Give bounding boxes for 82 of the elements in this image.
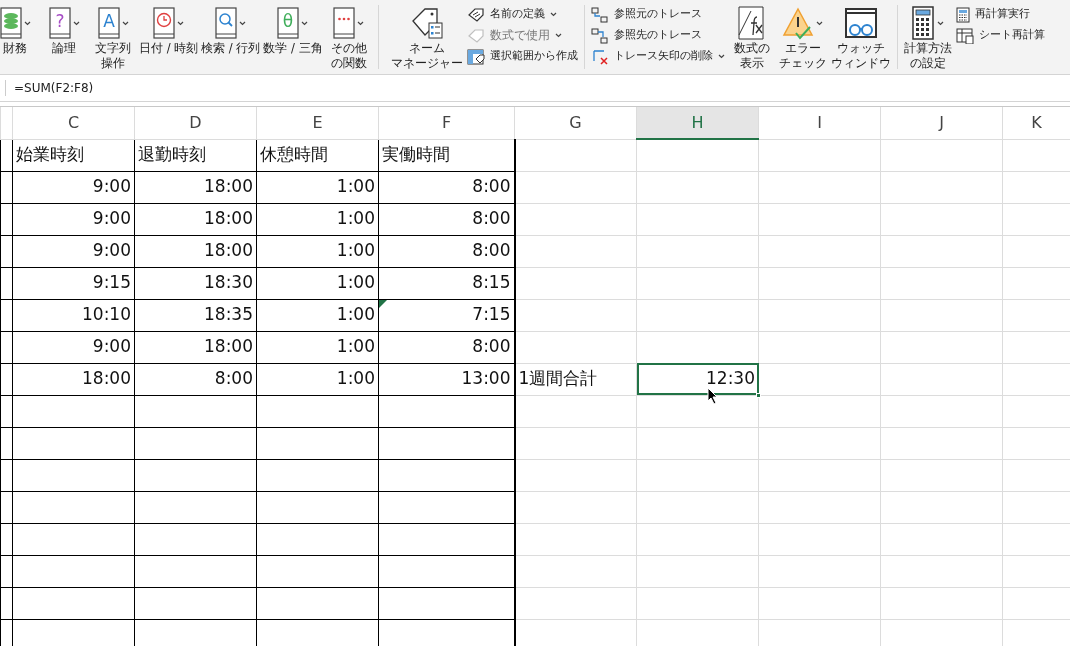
tag-icon xyxy=(466,27,485,44)
number-cell[interactable]: 1:00 xyxy=(256,235,379,267)
ribbon-button[interactable]: 計算方法の設定 xyxy=(903,5,952,71)
number-cell[interactable]: 8:00 xyxy=(378,203,515,235)
theta-book-icon: θ xyxy=(277,7,300,39)
question-book-icon: ? xyxy=(48,7,71,39)
ribbon-button[interactable]: 数式の表示 xyxy=(728,5,775,71)
ribbon-button[interactable]: トレース矢印の削除 xyxy=(590,47,725,66)
number-cell[interactable]: 8:00 xyxy=(378,235,515,267)
number-cell[interactable]: 18:00 xyxy=(134,203,257,235)
column-header[interactable]: I xyxy=(758,107,881,139)
calculator-icon xyxy=(911,5,936,41)
dots-book-icon xyxy=(333,7,356,39)
search-book-icon xyxy=(215,7,238,39)
number-cell[interactable]: 1:00 xyxy=(256,363,379,395)
calculator-icon xyxy=(955,6,970,23)
number-cell[interactable]: 9:00 xyxy=(12,171,135,203)
text-cell[interactable]: 実働時間 xyxy=(378,139,515,171)
number-cell[interactable]: 18:00 xyxy=(12,363,135,395)
function-category-button[interactable]: 検索 / 行列 xyxy=(201,5,261,56)
warning-check-icon xyxy=(782,5,815,41)
number-cell[interactable]: 1:00 xyxy=(256,203,379,235)
number-cell[interactable]: 18:00 xyxy=(134,331,257,363)
remove-arrows-icon xyxy=(590,48,609,65)
letter-book-icon: A xyxy=(97,7,120,39)
ribbon-button[interactable]: 選択範囲から作成 xyxy=(466,47,578,66)
column-header[interactable]: D xyxy=(134,107,257,139)
number-cell[interactable]: 12:30 xyxy=(636,363,759,395)
number-cell[interactable]: 1:00 xyxy=(256,299,379,331)
text-cell[interactable]: 休憩時間 xyxy=(256,139,379,171)
text-cell[interactable]: 始業時刻 xyxy=(12,139,135,171)
text-cell[interactable]: 1週間合計 xyxy=(514,363,637,395)
number-cell[interactable]: 18:00 xyxy=(134,171,257,203)
function-category-button[interactable]: A 文字列操作 xyxy=(90,5,136,71)
ribbon-button[interactable]: エラーチェック xyxy=(778,5,827,71)
column-header[interactable]: E xyxy=(256,107,379,139)
number-cell[interactable]: 1:00 xyxy=(256,331,379,363)
formula-page-icon xyxy=(736,5,767,41)
table-tag-icon xyxy=(466,48,485,65)
ribbon-button[interactable]: 参照元のトレース xyxy=(590,5,725,24)
number-cell[interactable]: 8:00 xyxy=(378,331,515,363)
column-header[interactable]: C xyxy=(12,107,135,139)
number-cell[interactable]: 9:15 xyxy=(12,267,135,299)
function-category-button[interactable]: その他の関数 xyxy=(325,5,372,71)
mouse-pointer-icon xyxy=(707,387,719,405)
function-category-button[interactable]: 財務 xyxy=(0,5,38,56)
ribbon-button[interactable]: 参照先のトレース xyxy=(590,26,725,45)
number-cell[interactable]: 1:00 xyxy=(256,267,379,299)
ribbon-button[interactable]: 名前の定義 xyxy=(466,5,578,24)
number-cell[interactable]: 8:00 xyxy=(134,363,257,395)
text-cell[interactable]: 退勤時刻 xyxy=(134,139,257,171)
number-cell[interactable]: 13:00 xyxy=(378,363,515,395)
tag-icon xyxy=(466,6,485,23)
number-cell[interactable]: 7:15 xyxy=(378,299,515,331)
number-cell[interactable]: 18:00 xyxy=(134,235,257,267)
function-category-button[interactable]: 日付 / 時刻 xyxy=(139,5,199,56)
ribbon-button[interactable]: ネームマネージャー xyxy=(390,5,463,71)
fill-handle[interactable] xyxy=(756,392,761,398)
number-cell[interactable]: 8:15 xyxy=(378,267,515,299)
formula-text[interactable]: =SUM(F2:F8) xyxy=(5,80,94,96)
column-header[interactable]: G xyxy=(514,107,637,139)
number-cell[interactable]: 1:00 xyxy=(256,171,379,203)
number-cell[interactable]: 9:00 xyxy=(12,235,135,267)
column-header[interactable]: H xyxy=(636,107,759,139)
trace-arrow-icon xyxy=(590,6,609,23)
number-cell[interactable]: 9:00 xyxy=(12,331,135,363)
column-header[interactable]: J xyxy=(880,107,1003,139)
trace-arrow-icon xyxy=(590,27,609,44)
glasses-window-icon xyxy=(842,5,879,41)
number-cell[interactable]: 10:10 xyxy=(12,299,135,331)
number-cell[interactable]: 8:00 xyxy=(378,171,515,203)
function-category-button[interactable]: θ 数学 / 三角 xyxy=(263,5,323,56)
ribbon-button[interactable]: シート再計算 xyxy=(955,26,1045,45)
column-header[interactable]: F xyxy=(378,107,515,139)
clock-book-icon xyxy=(153,7,176,39)
number-cell[interactable]: 18:30 xyxy=(134,267,257,299)
ribbon-button[interactable]: 再計算実行 xyxy=(955,5,1045,24)
function-category-button[interactable]: ? 論理 xyxy=(41,5,87,56)
sheet-calculator-icon xyxy=(955,27,974,44)
ribbon-button[interactable]: ウォッチウィンドウ xyxy=(830,5,891,71)
number-cell[interactable]: 18:35 xyxy=(134,299,257,331)
number-cell[interactable]: 9:00 xyxy=(12,203,135,235)
